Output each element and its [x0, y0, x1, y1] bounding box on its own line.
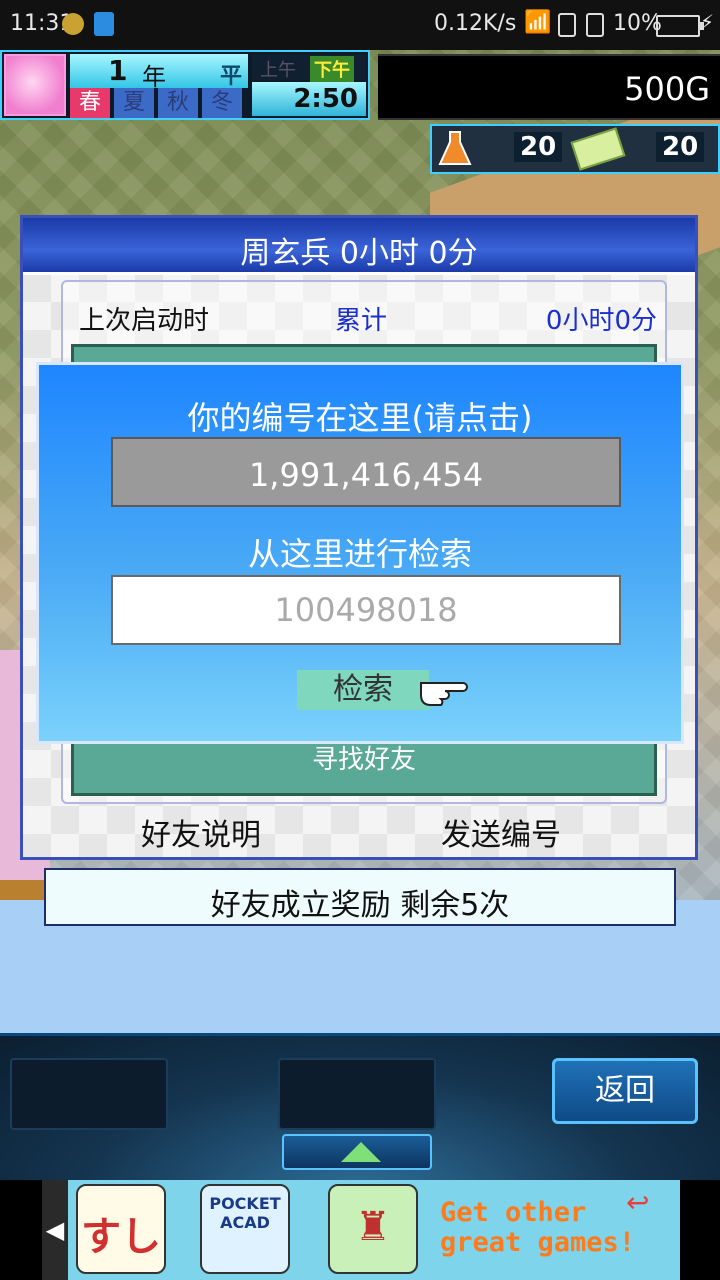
- last-launch-label: 上次启动时: [79, 306, 210, 336]
- panel-title-bar: 周玄兵 0小时 0分: [23, 218, 695, 275]
- network-speed: 0.12K/s: [434, 11, 517, 36]
- return-arrow-icon: ↩: [626, 1186, 650, 1219]
- search-label: 从这里进行检索: [247, 535, 472, 573]
- sim1-icon: [558, 13, 576, 37]
- menu-slot-center[interactable]: [278, 1058, 436, 1130]
- research-points: 20: [514, 132, 563, 162]
- panel-title: 周玄兵 0小时 0分: [240, 236, 478, 271]
- ticket-icon: [570, 127, 626, 171]
- ad-app-sushi-logo: すし: [81, 1214, 161, 1260]
- up-arrow-icon: [341, 1142, 381, 1162]
- send-id-button[interactable]: 发送编号: [441, 810, 561, 854]
- ad-text-line2: great games!: [440, 1227, 636, 1258]
- expand-menu-button[interactable]: [282, 1134, 432, 1170]
- battery-icon: [656, 15, 704, 37]
- back-button[interactable]: 返回: [552, 1058, 698, 1124]
- flask-icon: [438, 131, 472, 165]
- battery-percent: 10%: [613, 11, 662, 36]
- ampm-indicator: 上午 下午: [252, 54, 366, 82]
- popup-title: 你的编号在这里(请点击): [187, 399, 533, 437]
- year-display: 1 年 平日: [70, 54, 248, 121]
- total-time-label: 累计: [335, 306, 388, 336]
- year-unit: 年: [142, 63, 166, 91]
- id-search-popup: 你的编号在这里(请点击) 1,991,416,454 从这里进行检索 检索: [36, 362, 684, 744]
- season-list: 春 夏 秋 冬: [70, 88, 248, 118]
- ad-banner[interactable]: ◀ すし POCKET ACAD ♜ Get other great games…: [0, 1180, 720, 1280]
- season-summer: 夏: [114, 88, 154, 118]
- friend-reward-bar: 好友成立奖励 剩余5次: [44, 868, 676, 926]
- pm-label: 下午: [310, 56, 354, 82]
- calendar-hud[interactable]: 1 年 平日 春 夏 秋 冬 上午 下午 2:50: [0, 50, 370, 121]
- gold-amount: 500G: [624, 70, 710, 108]
- ad-app-pocket-academy[interactable]: POCKET ACAD: [200, 1184, 290, 1274]
- avatar-icon[interactable]: [4, 54, 66, 116]
- search-button[interactable]: 检索: [297, 670, 429, 710]
- ad-content[interactable]: ◀ すし POCKET ACAD ♜ Get other great games…: [42, 1180, 680, 1280]
- search-id-input[interactable]: [111, 575, 621, 645]
- notification-icon: [94, 12, 114, 36]
- am-label: 上午: [260, 60, 296, 81]
- ticket-count: 20: [656, 132, 705, 162]
- gold-bar: 500G: [378, 54, 720, 120]
- pointing-hand-icon: [420, 682, 468, 706]
- sim2-icon: [586, 13, 604, 37]
- year-number: 1: [108, 54, 128, 87]
- reward-text: 好友成立奖励 剩余5次: [210, 888, 510, 923]
- season-winter: 冬: [202, 88, 242, 118]
- castle-icon: ♜: [355, 1204, 391, 1250]
- ad-app-academy-logo: POCKET ACAD: [209, 1194, 281, 1232]
- menu-slot-left[interactable]: [10, 1058, 168, 1130]
- find-friend-button[interactable]: 寻找好友: [74, 739, 654, 776]
- resource-bar: 20 20: [430, 124, 720, 174]
- season-autumn: 秋: [158, 88, 198, 118]
- bottom-control-panel: 返回: [0, 1033, 720, 1183]
- ad-prev-icon[interactable]: ◀: [42, 1180, 68, 1280]
- my-id-button[interactable]: 1,991,416,454: [111, 437, 621, 507]
- ad-app-sushi[interactable]: すし: [76, 1184, 166, 1274]
- season-spring: 春: [70, 88, 110, 118]
- location-icon: [62, 13, 84, 35]
- my-id-value: 1,991,416,454: [248, 456, 484, 494]
- game-clock: 2:50: [252, 82, 366, 116]
- charging-icon: ⚡: [700, 10, 715, 34]
- total-time-value: 0小时0分: [545, 306, 657, 336]
- ad-app-castle[interactable]: ♜: [328, 1184, 418, 1274]
- friend-help-button[interactable]: 好友说明: [141, 810, 261, 854]
- status-bar: 11:31 0.12K/s 📶 10% ⚡: [0, 0, 720, 50]
- wifi-icon: 📶: [524, 10, 552, 35]
